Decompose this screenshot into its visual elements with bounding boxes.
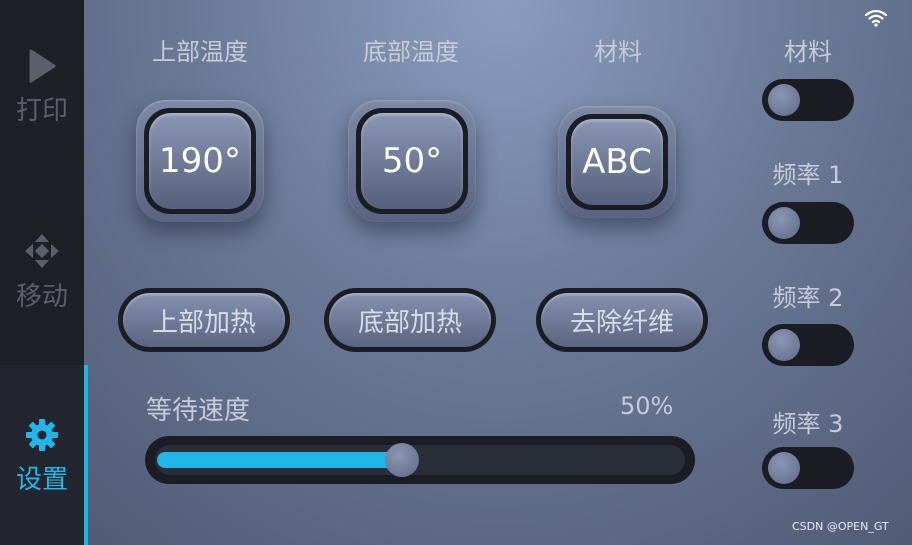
toggle-label-material: 材料: [784, 38, 832, 66]
remove-fiber-label: 去除纤维: [541, 293, 703, 347]
material-value: ABC: [571, 119, 663, 205]
toggle-knob: [768, 452, 800, 484]
toggle-label-freq-2: 频率 2: [772, 284, 844, 312]
sidebar-item-label: 移动: [15, 282, 68, 312]
move-arrows-icon: [25, 234, 59, 268]
bottom-temp-knob[interactable]: 50°: [348, 100, 476, 222]
material-knob[interactable]: ABC: [558, 106, 676, 218]
toggle-knob: [768, 207, 800, 239]
bottom-heat-label: 底部加热: [329, 293, 491, 347]
slider-fill: [157, 452, 403, 468]
top-temp-knob[interactable]: 190°: [136, 100, 264, 222]
toggle-label-freq-1: 频率 1: [772, 161, 844, 189]
sidebar-item-print[interactable]: 打印: [0, 48, 84, 168]
bottom-temp-value: 50°: [361, 113, 463, 209]
speed-value: 50%: [620, 392, 674, 420]
top-heat-button[interactable]: 上部加热: [118, 288, 290, 352]
play-icon: [29, 49, 56, 83]
gear-icon: [26, 419, 58, 451]
watermark: CSDN @OPEN_GT: [792, 520, 889, 533]
speed-slider[interactable]: [145, 436, 695, 484]
toggle-freq-3[interactable]: [762, 447, 854, 489]
toggle-freq-2[interactable]: [762, 324, 854, 366]
remove-fiber-button[interactable]: 去除纤维: [536, 288, 708, 352]
sidebar-item-settings[interactable]: 设置: [0, 365, 88, 545]
sidebar: 打印 移动 设置: [0, 0, 88, 545]
wifi-icon: [864, 9, 888, 27]
top-heat-label: 上部加热: [123, 293, 285, 347]
sidebar-item-move[interactable]: 移动: [0, 232, 84, 352]
top-temp-value: 190°: [149, 113, 251, 209]
sidebar-item-label: 打印: [15, 96, 68, 126]
toggle-material[interactable]: [762, 79, 854, 121]
bottom-temp-heading: 底部温度: [363, 38, 459, 66]
material-heading: 材料: [594, 38, 642, 66]
sidebar-item-label: 设置: [15, 465, 68, 495]
bottom-heat-button[interactable]: 底部加热: [324, 288, 496, 352]
toggle-freq-1[interactable]: [762, 202, 854, 244]
toggle-knob: [768, 84, 800, 116]
top-temp-heading: 上部温度: [152, 38, 248, 66]
toggle-knob: [768, 329, 800, 361]
speed-label: 等待速度: [146, 396, 251, 426]
toggle-label-freq-3: 频率 3: [772, 410, 844, 438]
